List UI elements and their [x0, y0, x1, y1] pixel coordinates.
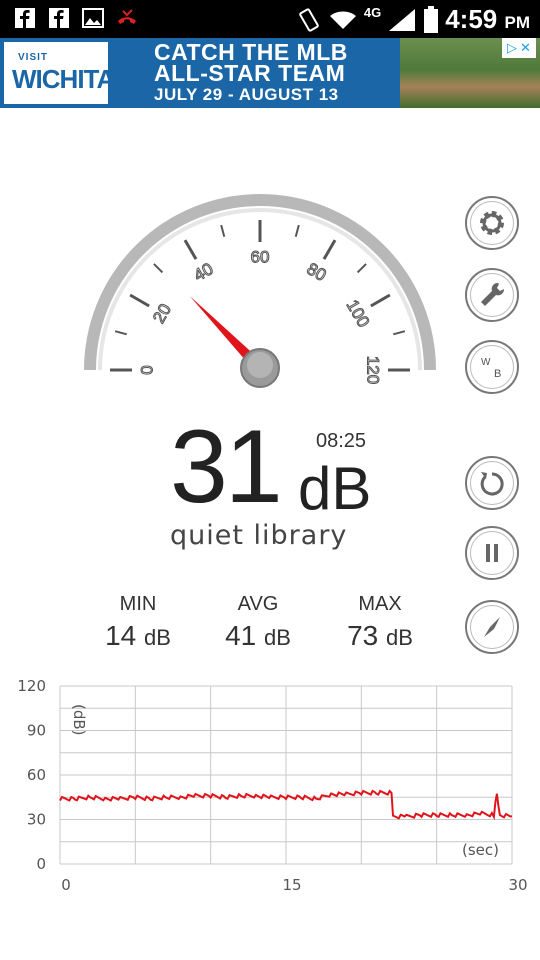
chart-x-tick: 30: [508, 876, 527, 894]
stat-avg-value-wrap: 41 dB: [208, 620, 308, 652]
stat-max-unit: dB: [386, 625, 413, 650]
vibrate-icon: [299, 7, 319, 32]
chart-y-tick: 0: [36, 855, 46, 873]
gauge-tick-label: 80: [304, 259, 330, 285]
gauge-tick: [356, 263, 367, 274]
network-type-label: 4G: [363, 5, 382, 20]
stat-max: MAX 73 dB: [330, 593, 430, 652]
sound-level-gauge: 0 20 40 60 80 100 120: [84, 194, 436, 388]
gauge-tick: [114, 330, 127, 336]
elapsed-timer: 08:25: [316, 430, 367, 452]
ad-line-3: JULY 29 - AUGUST 13: [154, 85, 339, 104]
ad-logo-big: WICHITA: [12, 64, 115, 94]
chart-y-tick: 60: [27, 766, 46, 784]
gauge-tick-label: 40: [191, 259, 217, 285]
stat-max-label: MAX: [358, 593, 402, 615]
clock: 4:59 PM: [445, 4, 530, 35]
pause-button[interactable]: [465, 526, 519, 580]
gauge-tick: [294, 224, 300, 237]
reset-icon: [480, 472, 504, 496]
gauge-hub-highlight: [247, 352, 273, 378]
ad-line-2: ALL-STAR TEAM: [154, 60, 346, 86]
compass-icon: [484, 617, 500, 637]
facebook-icon: [49, 8, 69, 28]
stat-avg: AVG 41 dB: [208, 593, 308, 652]
clock-ampm: PM: [504, 13, 531, 32]
weighting-icon: W B: [481, 357, 501, 380]
stat-min-unit: dB: [144, 625, 171, 650]
gauge-tick: [322, 239, 337, 260]
reset-button[interactable]: [465, 456, 519, 510]
gauge-tick-label: 120: [364, 356, 383, 384]
gauge-tick-label: 100: [343, 296, 374, 330]
gauge-tick: [220, 224, 226, 237]
sound-meter-screen: 4G 4:59 PM VISIT WICHITA CATCH THE MLB A…: [0, 0, 540, 960]
chart-grid: [59, 685, 513, 865]
gauge-tick: [370, 293, 391, 308]
stat-avg-value: 41: [225, 620, 257, 651]
gauge-tick: [183, 239, 198, 260]
history-chart: 0 30 60 90 120 0 15 30 (dB) (sec): [17, 677, 527, 894]
ad-logo-small: VISIT: [18, 52, 49, 63]
wifi-icon: [329, 11, 356, 29]
weighting-b-label: B: [494, 368, 501, 380]
chart-y-tick-labels: 0 30 60 90 120: [17, 677, 46, 873]
ad-logo: VISIT WICHITA: [4, 42, 115, 104]
pause-icon: [486, 544, 498, 562]
weighting-button[interactable]: W B: [465, 340, 519, 394]
gauge-tick: [153, 263, 164, 274]
calibrate-button[interactable]: [465, 268, 519, 322]
stat-min-value-wrap: 14 dB: [88, 620, 188, 652]
missed-call-icon: [118, 9, 136, 24]
gallery-icon: [82, 8, 104, 28]
clock-time: 4:59: [445, 4, 498, 34]
compass-button[interactable]: [465, 600, 519, 654]
adchoices-icon[interactable]: ▷: [507, 41, 517, 56]
stat-min-label: MIN: [119, 593, 157, 615]
facebook-icon: [15, 8, 35, 28]
gear-icon: [480, 211, 504, 235]
weighting-w-label: W: [481, 357, 491, 368]
gauge-tick: [129, 293, 150, 308]
current-db-unit: dB: [298, 455, 372, 522]
stat-avg-label: AVG: [237, 593, 279, 615]
current-db-value: 31: [170, 409, 283, 525]
status-bar: 4G 4:59 PM: [0, 0, 540, 38]
gauge-tick-label: 20: [149, 301, 175, 327]
wrench-icon: [481, 282, 505, 306]
chart-y-tick: 30: [27, 811, 46, 829]
chart-x-axis-label: (sec): [462, 841, 499, 859]
chart-x-tick-labels: 0 15 30: [61, 876, 527, 894]
stat-max-value: 73: [347, 620, 379, 651]
settings-button[interactable]: [465, 196, 519, 250]
gauge-tick-label: 0: [137, 365, 156, 374]
ad-text: CATCH THE MLB ALL-STAR TEAM JULY 29 - AU…: [154, 41, 348, 105]
stat-min-value: 14: [105, 620, 137, 651]
gauge-tick-label: 60: [251, 247, 270, 266]
ad-controls[interactable]: ▷ ✕: [502, 38, 536, 58]
chart-y-tick: 90: [27, 722, 46, 740]
chart-y-tick: 120: [17, 677, 46, 695]
ad-banner[interactable]: VISIT WICHITA CATCH THE MLB ALL-STAR TEA…: [0, 38, 540, 108]
gauge-tick: [393, 330, 406, 336]
close-icon[interactable]: ✕: [520, 41, 531, 56]
noise-description: quiet library: [170, 520, 348, 551]
chart-y-axis-label: (dB): [70, 704, 88, 736]
stat-max-value-wrap: 73 dB: [330, 620, 430, 652]
signal-icon: [389, 8, 416, 31]
chart-x-tick: 15: [282, 876, 301, 894]
battery-icon: [424, 5, 439, 33]
stat-min: MIN 14 dB: [88, 593, 188, 652]
chart-x-tick: 0: [61, 876, 71, 894]
stat-avg-unit: dB: [264, 625, 291, 650]
